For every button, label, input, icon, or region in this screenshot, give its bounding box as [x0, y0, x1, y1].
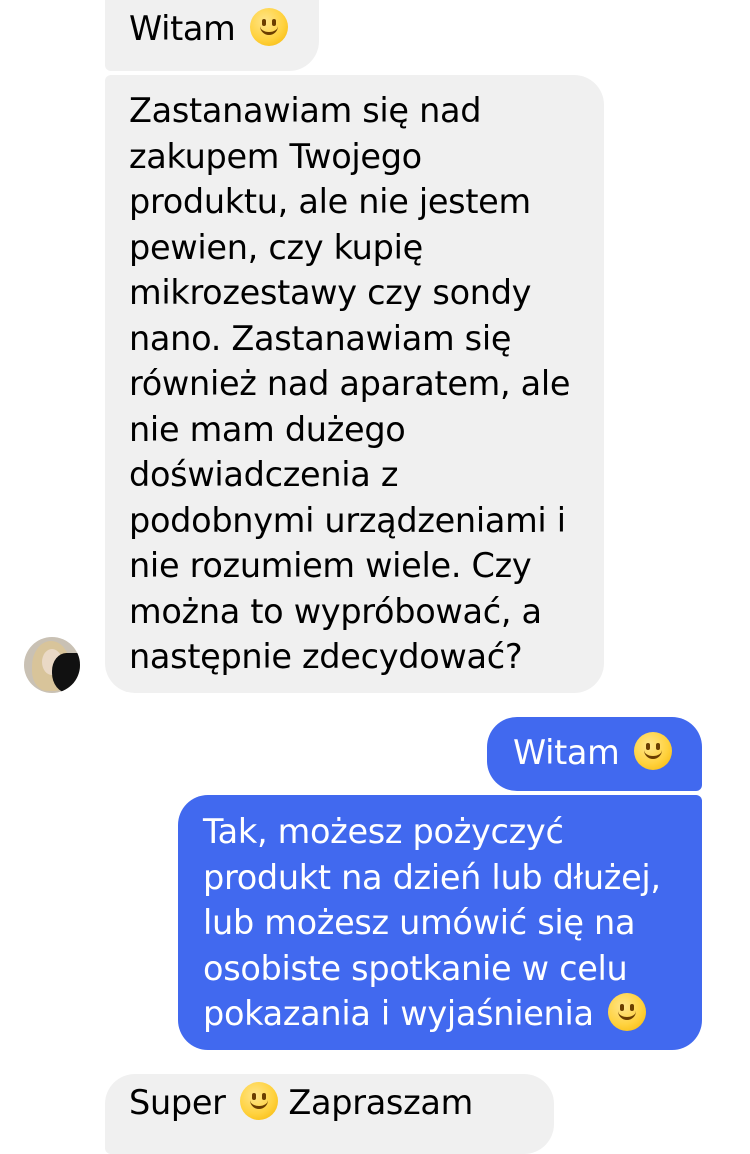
message-line: można to wypróbować, a — [129, 591, 542, 631]
message-line: lub możesz umówić się na — [203, 903, 636, 942]
slightly-smiling-face-icon — [240, 1082, 279, 1120]
slightly-smiling-face-icon — [633, 732, 672, 770]
message-line: pokazania i wyjaśnienia — [203, 991, 678, 1037]
message-line: mikrozestawy czy sondy — [129, 273, 532, 312]
message-line: również nad aparatem, ale — [129, 364, 571, 403]
incoming-message-bubble[interactable]: Super Zapraszam — [105, 1074, 554, 1154]
message-line: doświadczenia z — [129, 455, 399, 494]
message-line: Super Zapraszam — [129, 1082, 473, 1122]
message-line: zakupem Twojego — [129, 136, 422, 176]
message-line: następnie zdecydować? — [129, 637, 523, 676]
incoming-message-bubble[interactable]: Zastanawiam się nad zakupem Twojego prod… — [105, 75, 604, 693]
message-line: Witam — [513, 730, 678, 776]
message-line: produktu, ale nie jestem — [129, 182, 531, 221]
contact-avatar[interactable] — [24, 637, 80, 693]
message-line: produkt na dzień lub dłużej, — [203, 857, 661, 897]
slightly-smiling-face-icon — [608, 993, 647, 1031]
outgoing-message-bubble[interactable]: Tak, możesz pożyczyć produkt na dzień lu… — [178, 795, 702, 1050]
message-line: nie mam dużego — [129, 409, 406, 449]
message-line: pewien, czy kupię — [129, 227, 423, 267]
message-line: osobiste spotkanie w celu — [203, 948, 628, 988]
message-line: Zastanawiam się nad — [129, 91, 482, 130]
message-line: podobnymi urządzeniami i — [129, 500, 566, 540]
message-line: nano. Zastanawiam się — [129, 318, 512, 358]
avatar-face-mask — [52, 653, 80, 693]
incoming-message-bubble[interactable]: Witam — [105, 0, 319, 71]
message-line: Witam — [129, 6, 295, 52]
message-line: Tak, możesz pożyczyć — [203, 812, 564, 851]
slightly-smiling-face-icon — [249, 8, 288, 46]
message-line: nie rozumiem wiele. Czy — [129, 546, 532, 585]
outgoing-message-bubble[interactable]: Witam — [487, 717, 702, 791]
